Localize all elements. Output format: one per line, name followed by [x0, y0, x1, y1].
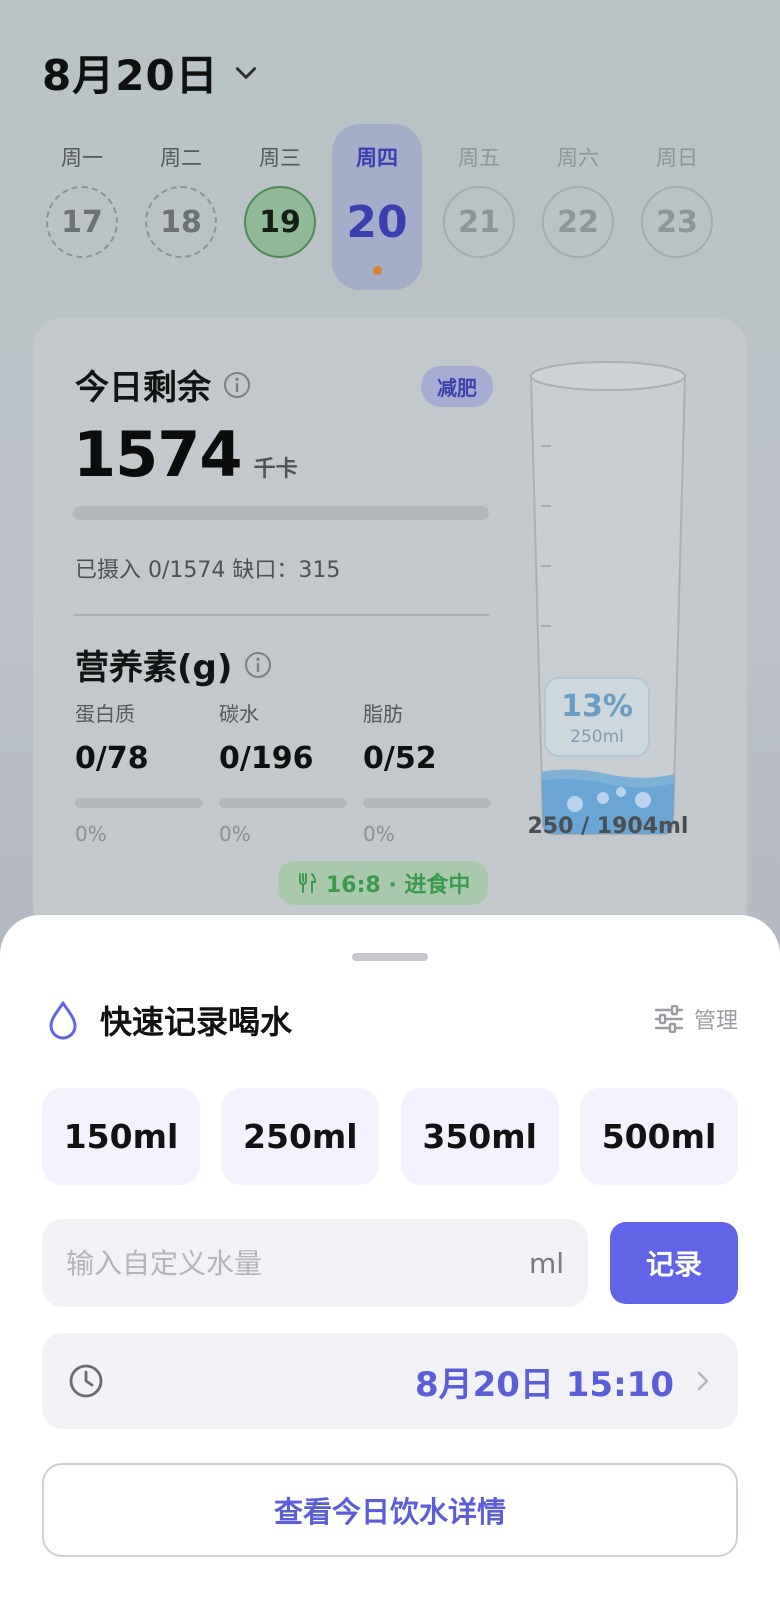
- intake-text: 已摄入 0/1574 缺口：315: [75, 558, 341, 583]
- fasting-label: 16:8 · 进食中: [326, 873, 471, 898]
- manage-button[interactable]: 管理: [654, 1003, 738, 1035]
- kcal-unit: 千卡: [253, 457, 298, 482]
- nutrient-percent: 0%: [363, 822, 395, 846]
- water-total: 250 / 1904ml: [527, 814, 689, 839]
- chevron-down-icon: [235, 66, 256, 79]
- sheet-drag-handle[interactable]: [352, 953, 428, 961]
- sliders-icon: [654, 1005, 684, 1033]
- nutrients-title: 营养素(g): [75, 648, 233, 688]
- water-drop-icon: [49, 1001, 77, 1040]
- time-selector[interactable]: 8月20日 15:10: [42, 1333, 738, 1429]
- day-number: 17: [46, 186, 118, 258]
- weekday-label: 周日: [656, 146, 698, 170]
- nutrient-protein: 蛋白质 0/78 0%: [75, 698, 205, 846]
- nutrient-percent: 0%: [219, 822, 251, 846]
- fasting-status[interactable]: 16:8 · 进食中: [278, 861, 489, 905]
- sheet-header: 快速记录喝水: [46, 997, 292, 1043]
- water-amount: 250ml: [570, 727, 624, 747]
- info-icon[interactable]: [223, 371, 251, 399]
- date-selector[interactable]: 8月20日: [42, 42, 259, 103]
- weekday-label: 周六: [557, 146, 599, 170]
- water-cup-icon[interactable]: 13% 250ml: [523, 356, 693, 856]
- weekday-label: 周五: [458, 146, 500, 170]
- nutrient-label: 蛋白质: [75, 702, 135, 726]
- day-tue[interactable]: 周二 18: [133, 124, 229, 290]
- day-number: 18: [145, 186, 217, 258]
- quick-amounts: 150ml 250ml 350ml 500ml: [42, 1088, 738, 1185]
- day-sun[interactable]: 周日 23: [629, 124, 725, 290]
- today-dot: [372, 266, 382, 275]
- quick-amount-250[interactable]: 250ml: [221, 1088, 380, 1185]
- quick-water-sheet: 快速记录喝水 管理 150ml 250ml 350ml 500ml ml 记录: [0, 915, 780, 1611]
- nutrient-value: 0/52: [363, 741, 437, 776]
- nutrient-label: 碳水: [219, 702, 259, 726]
- clock-icon: [69, 1364, 103, 1398]
- day-thu-today[interactable]: 周四 20: [332, 124, 422, 290]
- view-water-details-button[interactable]: 查看今日饮水详情: [42, 1463, 738, 1557]
- divider: [73, 614, 489, 616]
- day-wed[interactable]: 周三 19: [232, 124, 328, 290]
- quick-amount-350[interactable]: 350ml: [400, 1088, 559, 1185]
- day-mon[interactable]: 周一 17: [34, 124, 130, 290]
- custom-amount-input[interactable]: [66, 1246, 529, 1280]
- summary-card: 今日剩余 减肥 1574 千卡 已摄入 0/1574 缺口：315 营养素(g)…: [33, 318, 747, 938]
- weekday-label: 周一: [61, 146, 103, 170]
- custom-unit: ml: [528, 1246, 564, 1280]
- utensils-icon: [299, 873, 317, 893]
- custom-amount-field: ml: [42, 1219, 588, 1307]
- quick-amount-150[interactable]: 150ml: [42, 1088, 200, 1185]
- nutrient-bar: [219, 798, 347, 808]
- nutrient-bar: [363, 798, 491, 808]
- day-number: 22: [542, 186, 614, 258]
- quick-amount-500[interactable]: 500ml: [579, 1088, 738, 1185]
- info-icon[interactable]: [244, 651, 272, 679]
- remain-title: 今日剩余: [75, 368, 211, 408]
- goal-badge: 减肥: [421, 366, 493, 407]
- chevron-right-icon: [697, 1371, 709, 1391]
- weekday-label: 周四: [356, 146, 398, 170]
- time-value: 8月20日 15:10: [414, 1364, 674, 1405]
- current-date: 8月20日: [42, 51, 219, 100]
- nutrient-percent: 0%: [75, 822, 107, 846]
- calorie-progress-bar: [73, 506, 489, 520]
- nutrient-fat: 脂肪 0/52 0%: [363, 698, 493, 846]
- day-number: 19: [244, 186, 316, 258]
- remain-kcal-value: 1574: [73, 418, 243, 491]
- water-percent: 13%: [561, 689, 633, 724]
- sheet-title: 快速记录喝水: [100, 1003, 293, 1041]
- remain-header: 今日剩余: [75, 360, 251, 409]
- nutrient-value: 0/196: [219, 741, 314, 776]
- day-number: 20: [346, 196, 408, 248]
- weekday-label: 周三: [259, 146, 301, 170]
- nutrient-bar: [75, 798, 203, 808]
- day-number: 21: [443, 186, 515, 258]
- nutrient-carbs: 碳水 0/196 0%: [219, 698, 349, 846]
- manage-label: 管理: [693, 1009, 738, 1034]
- day-sat[interactable]: 周六 22: [530, 124, 626, 290]
- day-fri[interactable]: 周五 21: [431, 124, 527, 290]
- weekday-label: 周二: [160, 146, 202, 170]
- nutrients-header: 营养素(g): [75, 640, 272, 689]
- week-strip: 周一 17 周二 18 周三 19 周四 20 周五 21 周六 22 周日 2…: [30, 124, 750, 292]
- day-number: 23: [641, 186, 713, 258]
- nutrient-value: 0/78: [75, 741, 149, 776]
- nutrient-label: 脂肪: [363, 702, 403, 726]
- remaining-calories: 1574 千卡: [73, 418, 298, 491]
- record-button[interactable]: 记录: [610, 1222, 738, 1304]
